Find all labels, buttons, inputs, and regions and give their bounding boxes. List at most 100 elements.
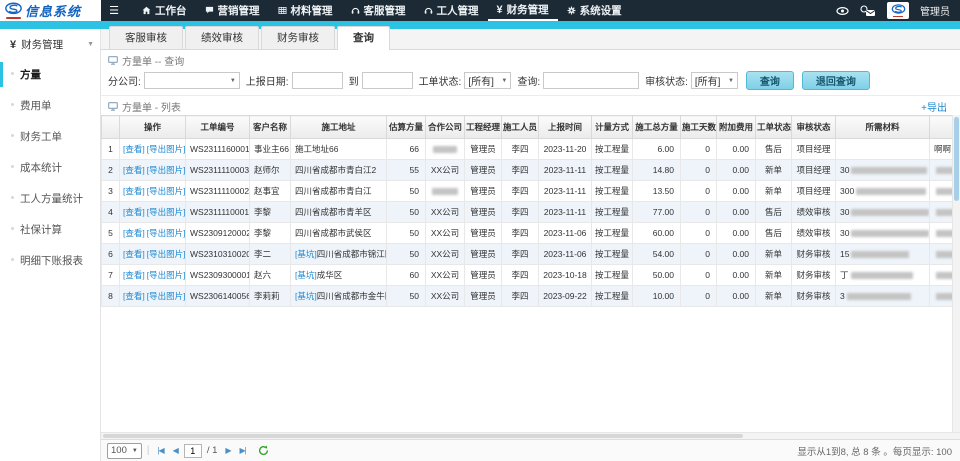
export-image-link[interactable]: [导出图片] xyxy=(147,186,186,196)
export-image-link[interactable]: [导出图片] xyxy=(147,291,186,301)
view-link[interactable]: [查看] xyxy=(123,249,145,259)
sidebar-module-header[interactable]: ¥ 财务管理 ▼ xyxy=(0,29,100,59)
export-image-link[interactable]: [导出图片] xyxy=(147,249,186,259)
table-cell: [基坑]四川省成都市金牛区 xyxy=(291,286,387,307)
next-page-button[interactable]: ▶ xyxy=(222,446,233,455)
order-status-select[interactable]: [所有]▼ xyxy=(464,72,511,89)
refresh-icon[interactable] xyxy=(258,445,269,456)
topmenu-item-materials[interactable]: 材料管理 xyxy=(269,0,342,21)
table-cell: 李二 xyxy=(250,244,291,265)
date-from-input[interactable] xyxy=(292,72,343,89)
branch-select[interactable]: ▼ xyxy=(144,72,240,89)
export-image-link[interactable]: [导出图片] xyxy=(147,228,186,238)
eye-icon[interactable] xyxy=(836,6,849,16)
column-header[interactable]: 审核状态 xyxy=(792,116,836,139)
table-cell: 按工程量 xyxy=(592,181,633,202)
column-header[interactable]: 施工人员 xyxy=(502,116,539,139)
table-row: 3[查看][导出图片]WS2311110002赵事宜四川省成都市青白江50管理员… xyxy=(102,181,960,202)
column-header[interactable]: 操作 xyxy=(120,116,186,139)
view-link[interactable]: [查看] xyxy=(123,144,145,154)
sidebar-item-finance-order[interactable]: 财务工单 xyxy=(0,121,100,152)
date-to-input[interactable] xyxy=(362,72,413,89)
sidebar-item-volume[interactable]: 方量 xyxy=(0,59,100,90)
view-link[interactable]: [查看] xyxy=(123,270,145,280)
table-cell: 0.00 xyxy=(717,244,756,265)
prev-page-button[interactable]: ◀ xyxy=(170,446,181,455)
volume-orders-table: 操作工单编号客户名称施工地址估算方量合作公司工程经理施工人员上报时间计量方式施工… xyxy=(101,115,960,307)
sidebar-item-social-security[interactable]: 社保计算 xyxy=(0,214,100,245)
vertical-scrollbar[interactable] xyxy=(952,115,960,432)
page-number-input[interactable] xyxy=(184,444,202,458)
first-page-button[interactable]: |◀ xyxy=(154,446,166,455)
table-cell: 管理员 xyxy=(465,160,502,181)
sidebar-item-expense-form[interactable]: 费用单 xyxy=(0,90,100,121)
column-header[interactable] xyxy=(102,116,120,139)
messages-icon[interactable] xyxy=(860,5,876,17)
last-page-button[interactable]: ▶| xyxy=(237,446,249,455)
topmenu-item-settings[interactable]: 系统设置 xyxy=(558,0,631,21)
table-cell: 绩效审核 xyxy=(792,202,836,223)
return-query-button[interactable]: 退回查询 xyxy=(802,71,870,90)
column-header[interactable]: 客户名称 xyxy=(250,116,291,139)
column-header[interactable]: 施工地址 xyxy=(291,116,387,139)
export-image-link[interactable]: [导出图片] xyxy=(147,144,186,154)
vertical-scrollbar-thumb[interactable] xyxy=(954,117,959,201)
export-link[interactable]: +导出 xyxy=(921,99,953,114)
horizontal-scrollbar-thumb[interactable] xyxy=(103,434,743,438)
view-link[interactable]: [查看] xyxy=(123,291,145,301)
column-header[interactable]: 估算方量 xyxy=(387,116,426,139)
column-header[interactable]: 施工总方量 xyxy=(633,116,681,139)
topmenu-item-marketing[interactable]: 营销管理 xyxy=(196,0,269,21)
sidebar-item-ledger-report[interactable]: 明细下账报表 xyxy=(0,245,100,276)
username-label[interactable]: 管理员 xyxy=(920,3,950,18)
export-image-link[interactable]: [导出图片] xyxy=(147,270,186,280)
table-cell: 赵六 xyxy=(250,265,291,286)
column-header[interactable]: 计量方式 xyxy=(592,116,633,139)
view-link[interactable]: [查看] xyxy=(123,228,145,238)
tab-query[interactable]: 查询 xyxy=(337,26,390,50)
table-row: 8[查看][导出图片]WS2306140056李莉莉[基坑]四川省成都市金牛区5… xyxy=(102,286,960,307)
column-header[interactable]: 工单编号 xyxy=(186,116,250,139)
column-header[interactable]: 施工天数 xyxy=(681,116,717,139)
topbar-right: 管理员 xyxy=(836,0,960,21)
tab-performance-audit[interactable]: 绩效审核 xyxy=(185,26,259,49)
table-cell: 54.00 xyxy=(633,244,681,265)
table-cell: 2023-11-11 xyxy=(539,181,592,202)
sidebar-item-cost-stats[interactable]: 成本统计 xyxy=(0,152,100,183)
table-cell: 0 xyxy=(681,181,717,202)
topmenu-item-workbench[interactable]: 工作台 xyxy=(133,0,196,21)
horizontal-scrollbar[interactable] xyxy=(101,432,960,439)
table-row: 6[查看][导出图片]WS2310310020李二[基坑]四川省成都市锦江区50… xyxy=(102,244,960,265)
export-image-link[interactable]: [导出图片] xyxy=(147,165,186,175)
audit-status-select[interactable]: [所有]▼ xyxy=(691,72,738,89)
tab-customer-audit[interactable]: 客服审核 xyxy=(109,26,183,49)
column-header[interactable]: 工单状态 xyxy=(756,116,792,139)
export-image-link[interactable]: [导出图片] xyxy=(147,207,186,217)
topmenu-item-workers[interactable]: 工人管理 xyxy=(415,0,488,21)
view-link[interactable]: [查看] xyxy=(123,186,145,196)
table-cell: 15 xyxy=(836,244,930,265)
query-button[interactable]: 查询 xyxy=(746,71,794,90)
total-pages-label: / 1 xyxy=(207,445,218,456)
user-avatar[interactable] xyxy=(887,2,909,19)
sidebar-toggle-icon[interactable]: ☰ xyxy=(101,0,127,21)
page-size-select[interactable]: 100▼ xyxy=(107,443,142,459)
table-row: 4[查看][导出图片]WS2311110001李黎四川省成都市青羊区50XX公司… xyxy=(102,202,960,223)
topmenu-item-customer-service[interactable]: 客服管理 xyxy=(342,0,415,21)
keyword-input[interactable] xyxy=(543,72,639,89)
table-cell: 300 xyxy=(836,181,930,202)
table-cell: 售后 xyxy=(756,139,792,160)
sidebar: ¥ 财务管理 ▼ 方量费用单财务工单成本统计工人方量统计社保计算明细下账报表 xyxy=(0,29,101,461)
view-link[interactable]: [查看] xyxy=(123,207,145,217)
column-header[interactable]: 上报时间 xyxy=(539,116,592,139)
column-header[interactable]: 工程经理 xyxy=(465,116,502,139)
sidebar-item-worker-volume-stats[interactable]: 工人方量统计 xyxy=(0,183,100,214)
view-link[interactable]: [查看] xyxy=(123,165,145,175)
column-header[interactable]: 附加费用 xyxy=(717,116,756,139)
table-cell: 李莉莉 xyxy=(250,286,291,307)
column-header[interactable]: 所需材料 xyxy=(836,116,930,139)
column-header[interactable]: 合作公司 xyxy=(426,116,465,139)
table-cell: [查看][导出图片] xyxy=(120,181,186,202)
topmenu-item-finance[interactable]: ¥财务管理 xyxy=(488,0,558,21)
tab-finance-audit[interactable]: 财务审核 xyxy=(261,26,335,49)
